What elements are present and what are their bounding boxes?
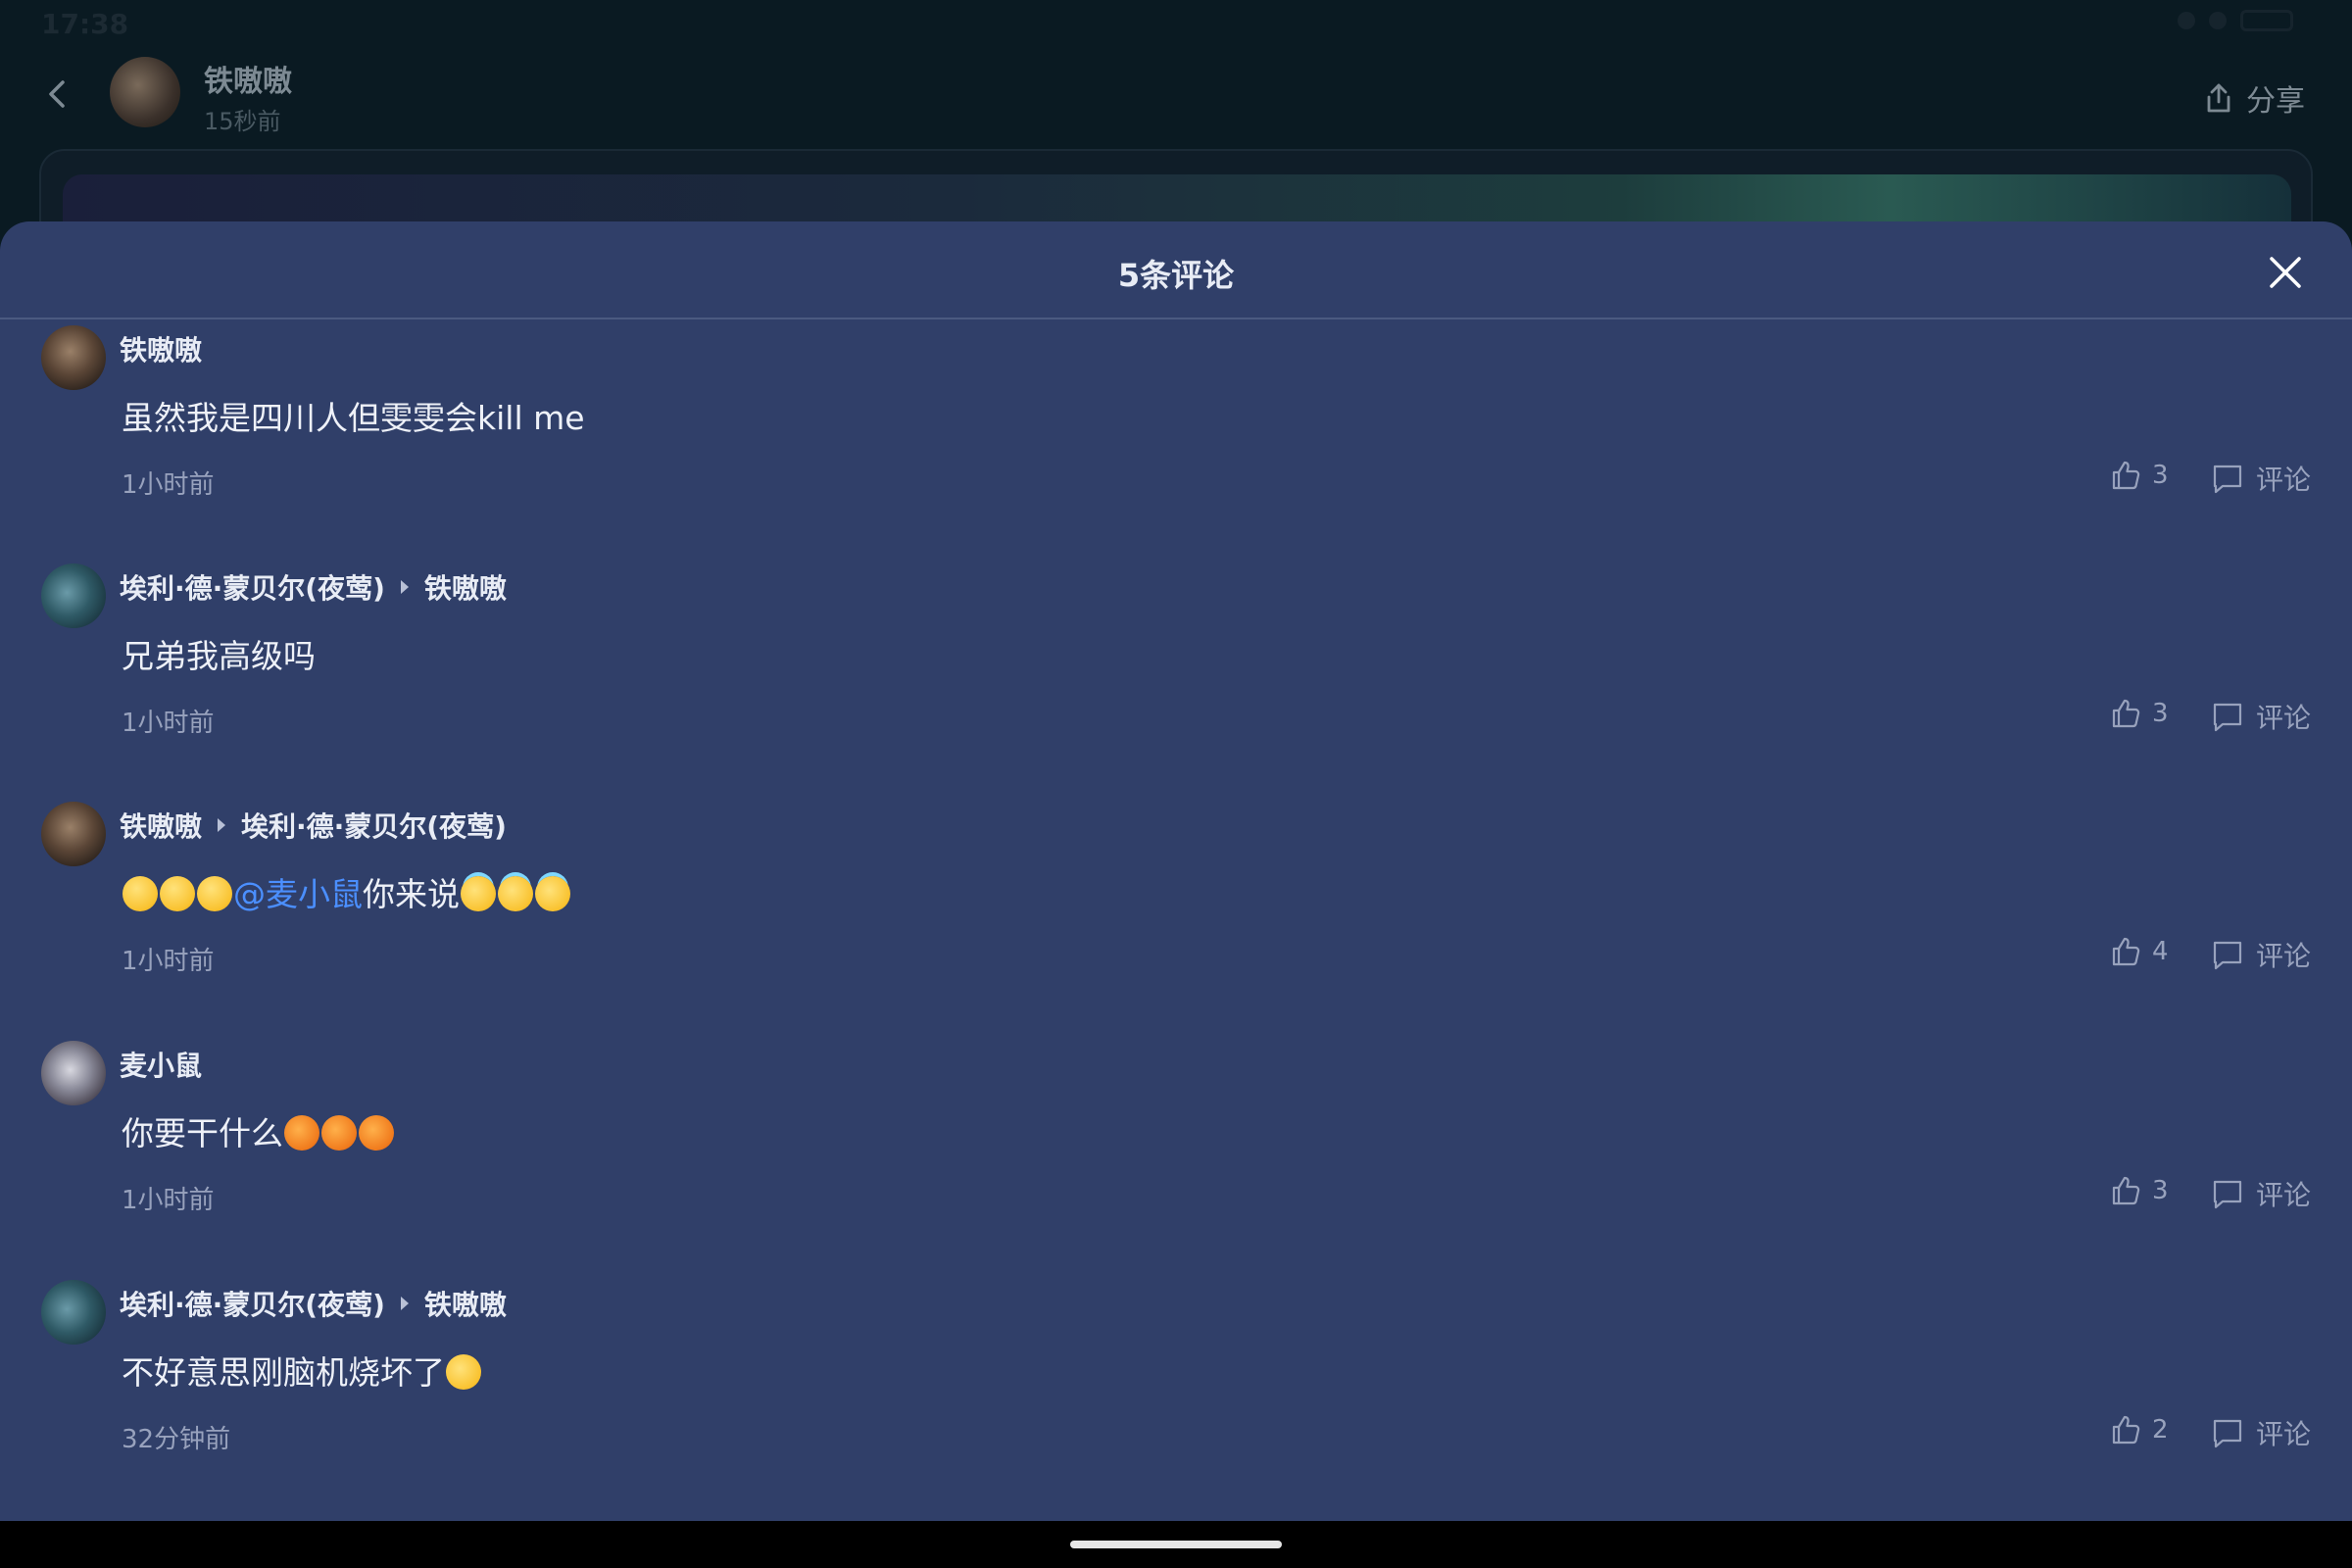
comment-bubble-icon — [2213, 1419, 2242, 1448]
share-label: 分享 — [2246, 84, 2305, 119]
user-mention-link[interactable]: @麦小鼠 — [233, 875, 363, 913]
comment-author[interactable]: 埃利·德·蒙贝尔(夜莺) — [120, 1284, 385, 1323]
thinking-emoji-icon — [160, 875, 195, 911]
like-button[interactable]: 2 — [2109, 1413, 2169, 1446]
thumbs-up-icon — [2112, 699, 2140, 728]
comment-bubble-icon — [2213, 941, 2242, 970]
halo-emoji-icon — [461, 875, 496, 911]
halo-emoji-icon — [498, 875, 533, 911]
thumbs-up-icon — [2112, 1176, 2140, 1205]
halo-emoji-icon — [535, 875, 570, 911]
wifi-icon — [2209, 12, 2227, 29]
angry-emoji-icon — [359, 1114, 394, 1151]
reply-arrow-icon — [400, 580, 409, 594]
status-time: 17:38 — [41, 8, 129, 40]
comment-reply-to[interactable]: 埃利·德·蒙贝尔(夜莺) — [241, 806, 507, 845]
thinking-emoji-icon — [197, 875, 232, 911]
comment-bubble-icon — [2213, 1180, 2242, 1209]
comment-author-line: 铁嗷嗷 埃利·德·蒙贝尔(夜莺) — [120, 806, 507, 845]
comment-text: 你要干什么 — [122, 1107, 395, 1154]
avatar[interactable] — [41, 1280, 106, 1345]
comment-text-body: 你要干什么 — [122, 1114, 283, 1152]
reply-label: 评论 — [2256, 1418, 2312, 1450]
comment-reply-to[interactable]: 铁嗷嗷 — [424, 1284, 507, 1323]
comment-time: 1小时前 — [122, 709, 215, 738]
avatar[interactable] — [41, 1041, 106, 1105]
avatar[interactable] — [41, 325, 106, 390]
comment-time: 1小时前 — [122, 470, 215, 500]
thumbs-up-icon — [2112, 1415, 2140, 1445]
comment-author[interactable]: 铁嗷嗷 — [120, 329, 202, 368]
comment-item: 埃利·德·蒙贝尔(夜莺) 铁嗷嗷 不好意思刚脑机烧坏了 32分钟前 2 评论 — [0, 1276, 2352, 1514]
reply-button[interactable]: 评论 — [2211, 1174, 2311, 1213]
like-button[interactable]: 3 — [2109, 697, 2169, 730]
post-author-avatar[interactable] — [110, 57, 180, 127]
share-icon — [2207, 83, 2230, 113]
comment-item: 麦小鼠 你要干什么 1小时前 3 评论 — [0, 1037, 2352, 1275]
reply-arrow-icon — [400, 1297, 409, 1310]
comment-author-line: 麦小鼠 — [120, 1045, 202, 1084]
grinning-emoji-icon — [446, 1353, 481, 1390]
like-count: 2 — [2152, 1415, 2169, 1445]
comment-time: 1小时前 — [122, 1186, 215, 1215]
reply-button[interactable]: 评论 — [2211, 1413, 2311, 1452]
reply-label: 评论 — [2256, 464, 2312, 496]
bluetooth-icon — [2178, 12, 2195, 29]
comments-sheet: 5条评论 铁嗷嗷 虽然我是四川人但雯雯会kill me 1小时前 3 评论 埃利… — [0, 221, 2352, 1521]
like-count: 3 — [2152, 461, 2169, 490]
comment-author-line: 埃利·德·蒙贝尔(夜莺) 铁嗷嗷 — [120, 1284, 507, 1323]
thinking-emoji-icon — [122, 875, 158, 911]
comment-text-body: 你来说 — [363, 875, 460, 913]
share-button[interactable]: 分享 — [2201, 76, 2305, 120]
thumbs-up-icon — [2112, 937, 2140, 966]
reply-label: 评论 — [2256, 702, 2312, 734]
comment-author[interactable]: 麦小鼠 — [120, 1045, 202, 1084]
comment-item: 铁嗷嗷 虽然我是四川人但雯雯会kill me 1小时前 3 评论 — [0, 321, 2352, 560]
reply-label: 评论 — [2256, 1179, 2312, 1211]
comment-text: @麦小鼠你来说 — [122, 868, 571, 915]
reply-label: 评论 — [2256, 940, 2312, 972]
thumbs-up-icon — [2112, 461, 2140, 490]
like-count: 4 — [2152, 937, 2169, 966]
like-count: 3 — [2152, 699, 2169, 728]
comment-author[interactable]: 埃利·德·蒙贝尔(夜莺) — [120, 567, 385, 607]
avatar[interactable] — [41, 564, 106, 628]
comment-text: 不好意思刚脑机烧坏了 — [122, 1347, 482, 1394]
comment-bubble-icon — [2213, 703, 2242, 732]
post-author-name[interactable]: 铁嗷嗷 — [204, 57, 292, 100]
angry-emoji-icon — [321, 1114, 357, 1151]
comment-item: 铁嗷嗷 埃利·德·蒙贝尔(夜莺) @麦小鼠你来说 1小时前 4 评论 — [0, 798, 2352, 1036]
close-icon[interactable] — [2266, 253, 2305, 292]
like-button[interactable]: 3 — [2109, 1174, 2169, 1207]
comment-author-line: 铁嗷嗷 — [120, 329, 202, 368]
comments-sheet-header: 5条评论 — [0, 221, 2352, 319]
battery-icon — [2240, 10, 2293, 31]
home-indicator[interactable] — [1070, 1541, 1282, 1548]
angry-emoji-icon — [284, 1114, 319, 1151]
reply-button[interactable]: 评论 — [2211, 459, 2311, 498]
comment-text-body: 不好意思刚脑机烧坏了 — [122, 1353, 445, 1392]
comments-count-title: 5条评论 — [1117, 257, 1235, 294]
reply-arrow-icon — [218, 818, 226, 832]
comment-time: 1小时前 — [122, 947, 215, 976]
like-count: 3 — [2152, 1176, 2169, 1205]
reply-button[interactable]: 评论 — [2211, 935, 2311, 974]
comment-item: 埃利·德·蒙贝尔(夜莺) 铁嗷嗷 兄弟我高级吗 1小时前 3 评论 — [0, 560, 2352, 798]
avatar[interactable] — [41, 802, 106, 866]
back-arrow-icon[interactable] — [39, 76, 74, 112]
comment-text: 兄弟我高级吗 — [122, 637, 316, 675]
reply-button[interactable]: 评论 — [2211, 697, 2311, 736]
comment-author[interactable]: 铁嗷嗷 — [120, 806, 202, 845]
comment-reply-to[interactable]: 铁嗷嗷 — [424, 567, 507, 607]
like-button[interactable]: 4 — [2109, 935, 2169, 968]
system-bottom-bar — [0, 1521, 2352, 1568]
like-button[interactable]: 3 — [2109, 459, 2169, 492]
post-time: 15秒前 — [204, 108, 281, 135]
comment-bubble-icon — [2213, 465, 2242, 494]
comment-time: 32分钟前 — [122, 1425, 231, 1454]
comment-author-line: 埃利·德·蒙贝尔(夜莺) 铁嗷嗷 — [120, 567, 507, 607]
comment-text: 虽然我是四川人但雯雯会kill me — [122, 399, 585, 437]
status-icons — [2178, 10, 2293, 31]
